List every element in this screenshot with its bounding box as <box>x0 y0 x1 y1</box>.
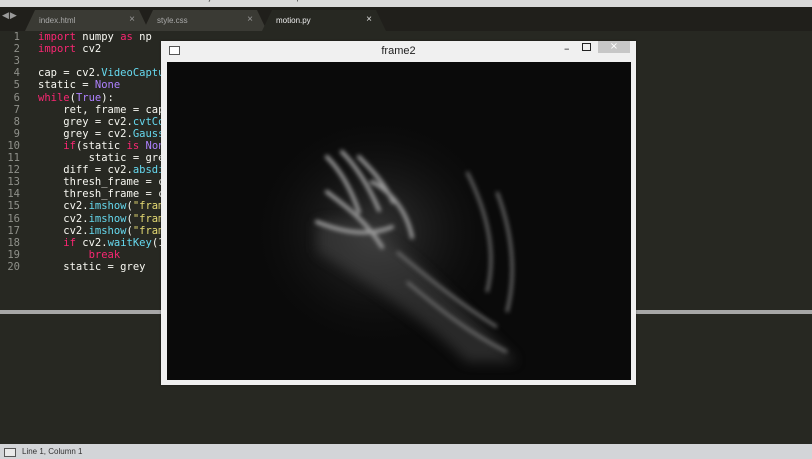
menu-items: File Edit Selection Find View Goto Tools Projec… <box>0 0 301 2</box>
opencv-window[interactable]: frame2 – × <box>161 41 636 385</box>
line-number: 9 <box>13 127 20 140</box>
minimize-button[interactable]: – <box>564 42 570 55</box>
menu-item-project[interactable]: Project <box>196 0 221 2</box>
tab-style-css[interactable]: style.css × <box>143 10 267 31</box>
line-number: 8 <box>13 115 20 128</box>
maximize-button[interactable] <box>582 43 591 51</box>
code-text: import cv2 <box>38 43 102 56</box>
motion-frame-image <box>167 62 631 380</box>
line-number: 17 <box>7 224 20 237</box>
code-text: thresh_frame = cv2 <box>38 176 178 189</box>
menu-item-tools[interactable]: Tools <box>168 0 187 2</box>
code-text: static = grey <box>38 152 171 164</box>
line-number: 15 <box>7 200 20 213</box>
close-button[interactable]: × <box>598 41 630 53</box>
line-number: 18 <box>7 236 20 249</box>
code-text: cv2.imshow("frame <box>38 200 171 213</box>
line-number: 6 <box>13 91 20 104</box>
line-number: 3 <box>13 55 20 68</box>
cursor-position: Line 1, Column 1 <box>22 447 83 456</box>
code-text: thresh_frame = cv2 <box>38 188 178 201</box>
tab-scroll-left-icon[interactable]: ◀ <box>2 11 9 21</box>
line-number: 16 <box>7 212 20 225</box>
menu-bar: File Edit Selection Find View Goto Tools Projec… <box>0 0 812 7</box>
menu-item-selection[interactable]: Selection <box>45 0 78 2</box>
tab-scroll-right-icon[interactable]: ▶ <box>10 11 17 21</box>
code-text: cv2.imshow("frame <box>38 212 171 225</box>
line-number: 19 <box>7 248 20 261</box>
tab-label: style.css <box>157 16 188 25</box>
tab-bar: ◀ ▶ index.html × style.css × motion.py × <box>0 7 812 31</box>
tab-label: motion.py <box>276 16 311 25</box>
tab-index-html[interactable]: index.html × <box>25 10 149 31</box>
tab-close-icon[interactable]: × <box>366 14 372 25</box>
tab-label: index.html <box>39 16 76 25</box>
menu-item-file[interactable]: File <box>0 0 11 2</box>
line-number: 14 <box>7 188 20 201</box>
line-number: 20 <box>7 260 20 273</box>
menu-item-preferences[interactable]: Preferences <box>231 0 274 2</box>
status-bar: Line 1, Column 1 <box>0 444 812 459</box>
code-text: cv2.imshow("frame <box>38 224 171 237</box>
window-titlebar[interactable]: frame2 – × <box>161 41 636 61</box>
panel-toggle-icon[interactable] <box>4 448 16 457</box>
line-number: 12 <box>7 164 20 177</box>
menu-item-help[interactable]: Help <box>284 0 300 2</box>
code-text: break <box>88 248 121 261</box>
line-number: 11 <box>7 152 20 164</box>
code-text: import numpy as np <box>38 31 152 43</box>
line-number: 2 <box>13 43 20 56</box>
line-number: 7 <box>13 103 20 116</box>
menu-item-edit[interactable]: Edit <box>21 0 35 2</box>
line-number: 5 <box>13 79 20 92</box>
line-number: 13 <box>7 176 20 189</box>
line-number: 10 <box>7 139 20 152</box>
tab-close-icon[interactable]: × <box>129 14 135 25</box>
tab-motion-py[interactable]: motion.py × <box>262 10 386 31</box>
menu-item-view[interactable]: View <box>113 0 130 2</box>
frame-image <box>167 62 631 380</box>
code-text: if cv2.waitKey(1 <box>63 236 165 249</box>
tab-nav: ◀ ▶ <box>2 11 17 21</box>
line-number: 1 <box>13 31 20 43</box>
menu-item-goto[interactable]: Goto <box>140 0 157 2</box>
line-number: 4 <box>13 67 20 80</box>
code-text: static = grey <box>38 260 146 273</box>
tab-close-icon[interactable]: × <box>247 14 253 25</box>
menu-item-find[interactable]: Find <box>88 0 104 2</box>
code-text: while(True): <box>38 91 114 104</box>
code-text: static = None <box>38 79 121 92</box>
